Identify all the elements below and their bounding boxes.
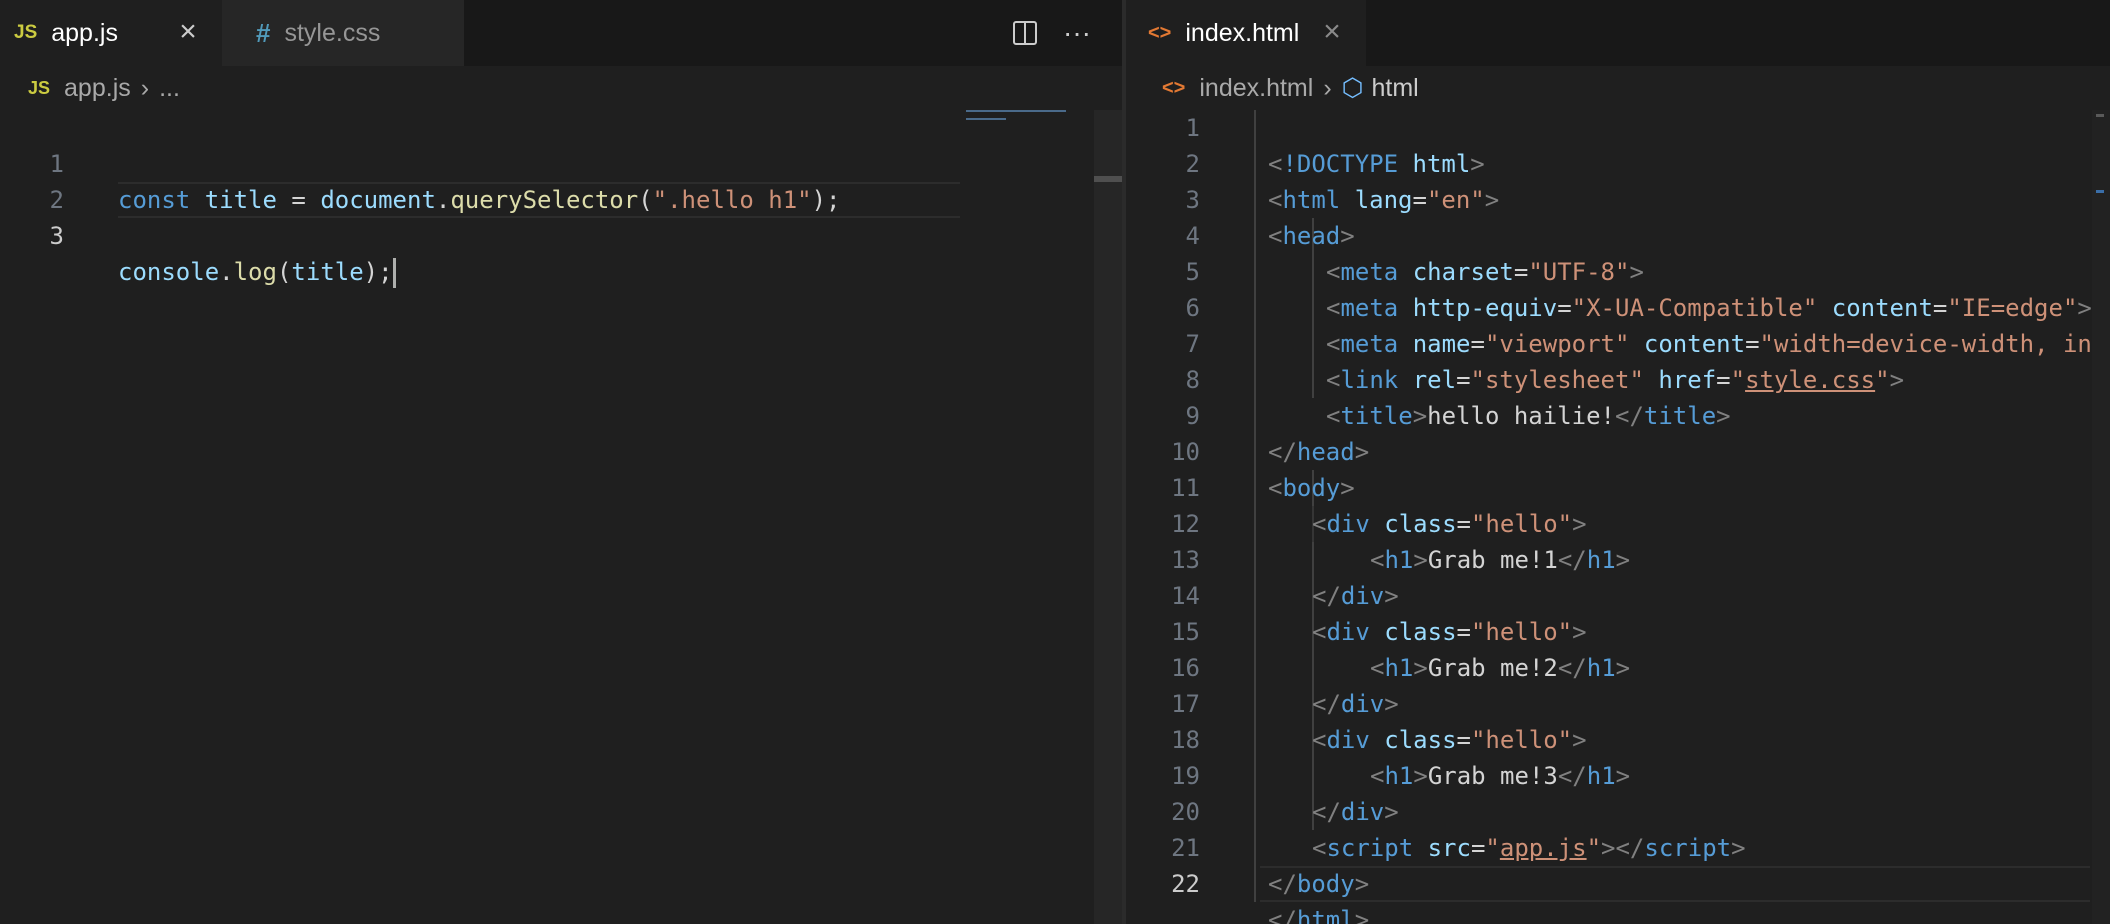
line-number: 7 xyxy=(1185,330,1200,358)
tab-label: app.js xyxy=(51,18,118,47)
tab-label: index.html xyxy=(1185,18,1300,47)
more-actions-icon[interactable]: ··· xyxy=(1054,10,1100,56)
scrollbar-thumb[interactable] xyxy=(1094,176,1122,182)
line-number: 18 xyxy=(1171,726,1200,754)
code-line: 1 const title = document.querySelector("… xyxy=(0,110,960,214)
line-number: 5 xyxy=(1185,258,1200,286)
editor-group-left: JS app.js × # style.css ··· JS app.js › … xyxy=(0,0,1122,924)
line-number: 4 xyxy=(1185,222,1200,250)
breadcrumb-file[interactable]: app.js xyxy=(64,74,131,103)
split-editor-icon[interactable] xyxy=(1002,10,1048,56)
html-file-icon: <> xyxy=(1162,76,1186,99)
css-file-icon: # xyxy=(256,17,271,48)
html-file-icon: <> xyxy=(1148,21,1172,44)
line-number: 9 xyxy=(1185,402,1200,430)
code-text: console.log(title); xyxy=(118,254,396,290)
line-number: 6 xyxy=(1185,294,1200,322)
minimap[interactable] xyxy=(966,108,1094,122)
code-editor-app-js[interactable]: 1 const title = document.querySelector("… xyxy=(0,110,960,288)
breadcrumb-file[interactable]: index.html xyxy=(1199,74,1313,103)
chevron-right-icon: › xyxy=(140,73,150,102)
tab-label: style.css xyxy=(284,18,381,47)
javascript-file-icon: JS xyxy=(14,22,38,43)
line-number: 15 xyxy=(1171,618,1200,646)
line-number: 16 xyxy=(1171,654,1200,682)
close-icon[interactable]: × xyxy=(168,12,208,52)
vertical-scrollbar[interactable] xyxy=(1094,110,1122,924)
line-number: 11 xyxy=(1171,474,1200,502)
breadcrumb: <> index.html › ⬡ html xyxy=(1126,66,2110,110)
tab-app-js[interactable]: JS app.js × xyxy=(0,0,222,66)
editor-actions: ··· xyxy=(1002,0,1100,66)
line-number: 3 xyxy=(49,222,64,250)
tab-bar: JS app.js × # style.css ··· xyxy=(0,0,1122,66)
line-number: 17 xyxy=(1171,690,1200,718)
code-line: 3 console.log(title); xyxy=(0,182,960,288)
line-number: 3 xyxy=(1185,186,1200,214)
line-number: 2 xyxy=(1185,150,1200,178)
line-number: 13 xyxy=(1171,546,1200,574)
line-number: 22 xyxy=(1171,870,1200,898)
line-number: 20 xyxy=(1171,798,1200,826)
element-icon: ⬡ xyxy=(1341,74,1364,102)
editor-group-right: <> index.html × <> index.html › ⬡ html 1… xyxy=(1126,0,2110,924)
breadcrumb-more[interactable]: ... xyxy=(159,74,180,103)
chevron-right-icon: › xyxy=(1323,73,1332,102)
line-number: 21 xyxy=(1171,834,1200,862)
line-number: 19 xyxy=(1171,762,1200,790)
breadcrumb: JS app.js › ... xyxy=(0,66,1122,110)
code-editor-index-html[interactable]: 1 <!DOCTYPE html> 2 <html lang="en"> 3 <… xyxy=(1126,110,2110,924)
vertical-scrollbar[interactable] xyxy=(2092,110,2110,924)
tab-bar: <> index.html × xyxy=(1126,0,2110,66)
code-text: </html> xyxy=(1268,906,1370,924)
line-number: 8 xyxy=(1185,366,1200,394)
tab-index-html[interactable]: <> index.html × xyxy=(1126,0,1366,66)
line-number: 12 xyxy=(1171,510,1200,538)
text-cursor xyxy=(392,258,396,288)
close-icon[interactable]: × xyxy=(1312,12,1352,52)
breadcrumb-node[interactable]: html xyxy=(1371,74,1418,103)
tab-style-css[interactable]: # style.css xyxy=(222,0,464,66)
line-number: 1 xyxy=(1185,114,1200,142)
javascript-file-icon: JS xyxy=(28,77,51,98)
code-line: 2 xyxy=(0,146,960,214)
line-number: 14 xyxy=(1171,582,1200,610)
line-number: 10 xyxy=(1171,438,1200,466)
